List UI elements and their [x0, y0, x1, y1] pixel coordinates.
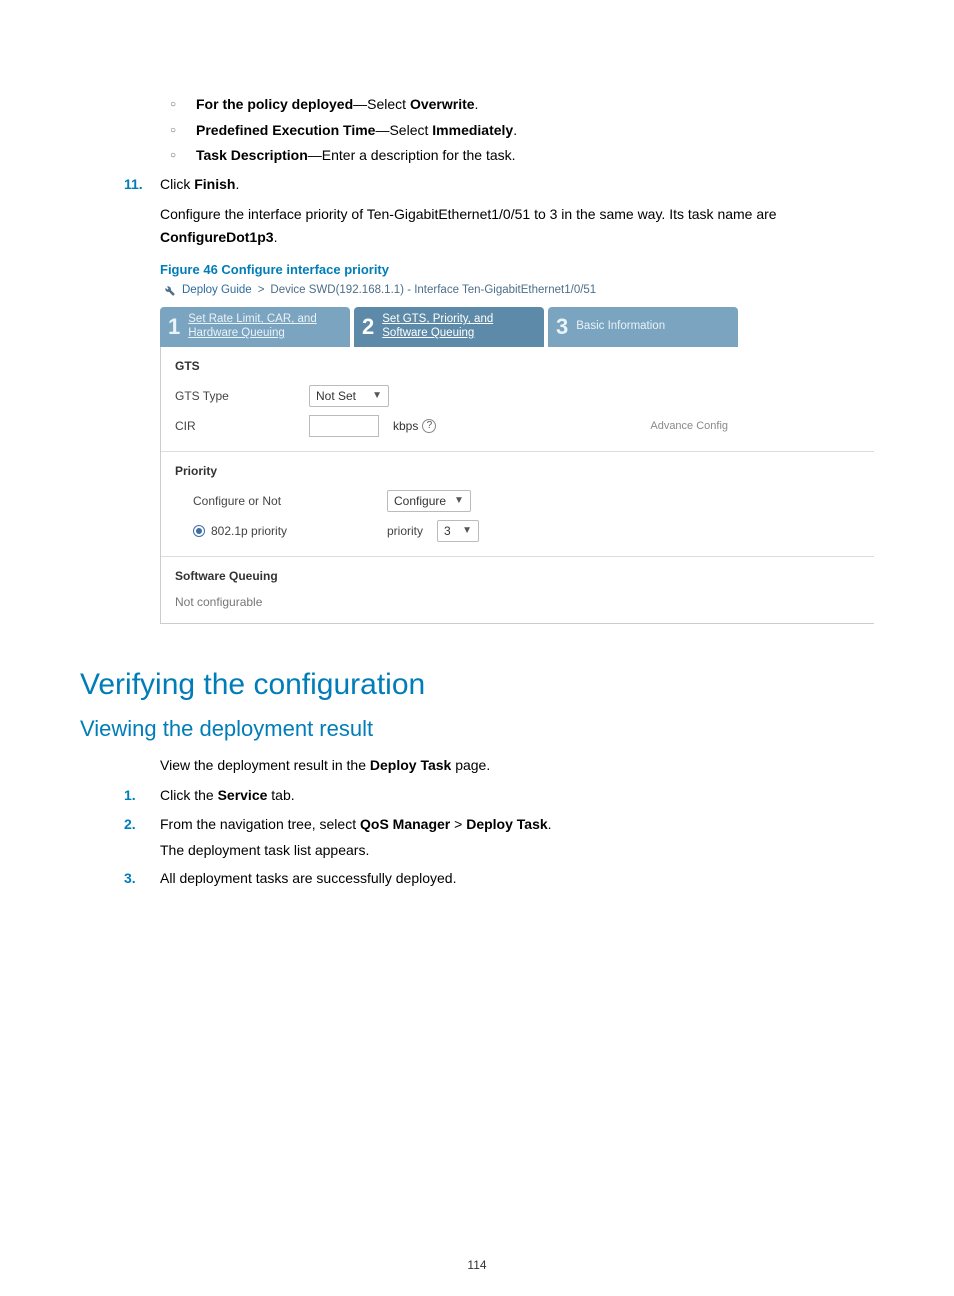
step-item: 1. Click the Service tab. — [124, 784, 874, 806]
step-item: 3. All deployment tasks are successfully… — [124, 867, 874, 889]
content-block-2: View the deployment result in the Deploy… — [160, 754, 874, 890]
bullet-bold: Task Description — [196, 147, 308, 163]
configure-row: Configure or Not Configure ▼ — [175, 490, 860, 512]
divider — [161, 556, 874, 557]
form-panel: GTS GTS Type Not Set ▼ CIR kbps ? — [160, 347, 874, 624]
advance-config-link: Advance Config — [650, 420, 728, 432]
step-number: 1. — [124, 784, 136, 806]
embedded-screenshot: Deploy Guide > Device SWD(192.168.1.1) -… — [160, 279, 874, 624]
tab-label: Basic Information — [576, 320, 665, 334]
priority-section: Priority Configure or Not Configure ▼ 80 — [175, 464, 860, 542]
step-extra: The deployment task list appears. — [160, 839, 874, 861]
figure-caption: Figure 46 Configure interface priority — [160, 262, 874, 277]
step-tabs: 1 Set Rate Limit, CAR, and Hardware Queu… — [160, 307, 874, 347]
step-number: 2. — [124, 813, 136, 835]
step-11: 11. Click Finish. — [124, 173, 874, 195]
cir-unit: kbps ? — [393, 419, 436, 433]
numbered-list: 11. Click Finish. — [124, 173, 874, 195]
priority-prefix: priority — [387, 524, 423, 538]
tab-number: 1 — [168, 316, 180, 338]
software-queuing-section: Software Queuing Not configurable — [175, 569, 860, 609]
step-number: 11. — [124, 173, 143, 195]
step-item: 2. From the navigation tree, select QoS … — [124, 813, 874, 862]
priority-select[interactable]: 3 ▼ — [437, 520, 479, 542]
dot1p-row: 802.1p priority priority 3 ▼ — [175, 520, 860, 542]
gts-type-row: GTS Type Not Set ▼ — [175, 385, 860, 407]
bullet-item: For the policy deployed—Select Overwrite… — [160, 94, 874, 116]
cir-label: CIR — [175, 419, 295, 433]
step-number: 3. — [124, 867, 136, 889]
gts-section: GTS GTS Type Not Set ▼ CIR kbps ? — [175, 359, 860, 437]
cir-row: CIR kbps ? Advance Config — [175, 415, 860, 437]
gts-type-label: GTS Type — [175, 389, 295, 403]
heading-verifying: Verifying the configuration — [80, 668, 874, 702]
bullet-item: Task Description—Enter a description for… — [160, 145, 874, 167]
breadcrumb-link[interactable]: Deploy Guide — [182, 284, 252, 296]
config-note: Configure the interface priority of Ten-… — [160, 203, 874, 248]
page: For the policy deployed—Select Overwrite… — [0, 0, 954, 1296]
divider — [161, 451, 874, 452]
configure-label: Configure or Not — [193, 494, 373, 508]
tab-number: 2 — [362, 316, 374, 338]
bullet-bold: Predefined Execution Time — [196, 122, 375, 138]
radio-dot-icon — [193, 525, 205, 537]
swq-title: Software Queuing — [175, 569, 860, 583]
breadcrumb-tail: Device SWD(192.168.1.1) - Interface Ten-… — [270, 284, 596, 296]
content-block: For the policy deployed—Select Overwrite… — [160, 94, 874, 624]
cir-input[interactable] — [309, 415, 379, 437]
breadcrumb: Deploy Guide > Device SWD(192.168.1.1) -… — [160, 279, 874, 305]
swq-note: Not configurable — [175, 595, 860, 609]
bullet-bold: For the policy deployed — [196, 96, 353, 112]
dot1p-label: 802.1p priority — [211, 524, 287, 538]
tab-basic-info[interactable]: 3 Basic Information — [548, 307, 738, 347]
tab-rate-limit[interactable]: 1 Set Rate Limit, CAR, and Hardware Queu… — [160, 307, 350, 347]
bullet-item: Predefined Execution Time—Select Immedia… — [160, 120, 874, 142]
tab-gts-priority[interactable]: 2 Set GTS, Priority, and Software Queuin… — [354, 307, 544, 347]
dot1p-priority-radio[interactable]: 802.1p priority — [193, 524, 287, 538]
priority-title: Priority — [175, 464, 860, 478]
steps-list: 1. Click the Service tab. 2. From the na… — [124, 784, 874, 890]
configure-select[interactable]: Configure ▼ — [387, 490, 471, 512]
chevron-down-icon: ▼ — [454, 495, 464, 506]
bullet-list: For the policy deployed—Select Overwrite… — [160, 94, 874, 167]
tab-number: 3 — [556, 316, 568, 338]
help-icon[interactable]: ? — [422, 419, 436, 433]
chevron-down-icon: ▼ — [372, 390, 382, 401]
page-number: 114 — [0, 1258, 954, 1272]
heading-viewing-result: Viewing the deployment result — [80, 716, 874, 742]
chevron-down-icon: ▼ — [462, 525, 472, 536]
gts-type-select[interactable]: Not Set ▼ — [309, 385, 389, 407]
view-paragraph: View the deployment result in the Deploy… — [160, 754, 874, 776]
tab-label: Set GTS, Priority, and Software Queuing — [382, 313, 493, 341]
tab-label: Set Rate Limit, CAR, and Hardware Queuin… — [188, 313, 316, 341]
wrench-icon — [162, 283, 176, 297]
gts-title: GTS — [175, 359, 860, 373]
